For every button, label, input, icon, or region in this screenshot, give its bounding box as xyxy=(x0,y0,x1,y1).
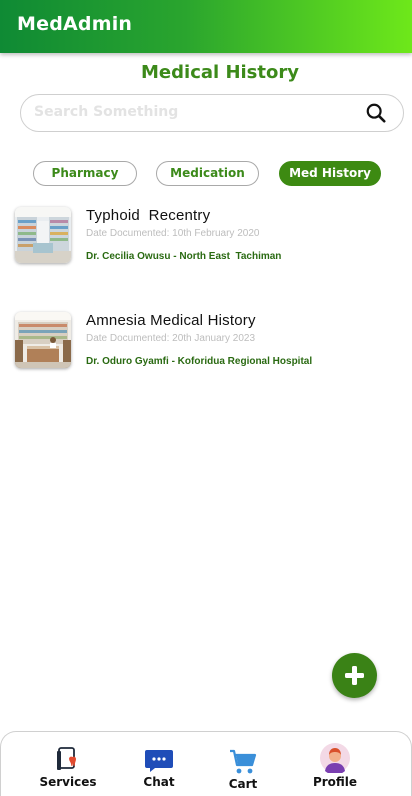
record-date: Date Documented: 10th February 2020 xyxy=(86,228,260,239)
tooth-document-icon xyxy=(57,747,76,770)
record-item[interactable]: Amnesia Medical History Date Documented:… xyxy=(15,312,405,372)
record-title: Typhoid Recentry xyxy=(86,207,211,224)
pharmacy-counter-thumbnail xyxy=(15,312,71,368)
app-title: MedAdmin xyxy=(17,13,133,35)
bottom-nav: Services Chat Cart Profile xyxy=(0,731,412,796)
nav-label: Cart xyxy=(228,777,258,791)
add-record-button[interactable] xyxy=(332,653,377,698)
nav-label: Services xyxy=(39,775,97,789)
record-date: Date Documented: 20th January 2023 xyxy=(86,333,255,344)
avatar-icon xyxy=(320,743,350,773)
record-doctor: Dr. Cecilia Owusu - North East Tachiman xyxy=(86,251,282,262)
tab-bar: Pharmacy Medication Med History xyxy=(0,161,412,186)
tab-med-history[interactable]: Med History xyxy=(279,161,381,186)
record-title: Amnesia Medical History xyxy=(86,312,256,329)
record-item[interactable]: Typhoid Recentry Date Documented: 10th F… xyxy=(15,207,405,267)
nav-cart[interactable]: Cart xyxy=(203,732,283,794)
search-input[interactable] xyxy=(34,104,354,120)
nav-chat[interactable]: Chat xyxy=(119,732,199,794)
record-doctor: Dr. Oduro Gyamfi - Koforidua Regional Ho… xyxy=(86,356,313,367)
nav-profile[interactable]: Profile xyxy=(295,732,375,794)
search-icon[interactable] xyxy=(365,102,387,124)
shopping-cart-icon xyxy=(230,749,257,774)
pharmacy-shelves-thumbnail xyxy=(15,207,71,263)
search-box[interactable] xyxy=(20,94,404,132)
app-bar: MedAdmin xyxy=(0,0,412,53)
nav-label: Chat xyxy=(143,775,175,789)
page-title: Medical History xyxy=(141,62,299,83)
plus-icon xyxy=(345,666,364,685)
nav-services[interactable]: Services xyxy=(28,732,108,794)
tab-medication[interactable]: Medication xyxy=(156,161,259,186)
nav-label: Profile xyxy=(312,775,358,789)
chat-bubble-icon xyxy=(145,750,173,772)
tab-pharmacy[interactable]: Pharmacy xyxy=(33,161,137,186)
